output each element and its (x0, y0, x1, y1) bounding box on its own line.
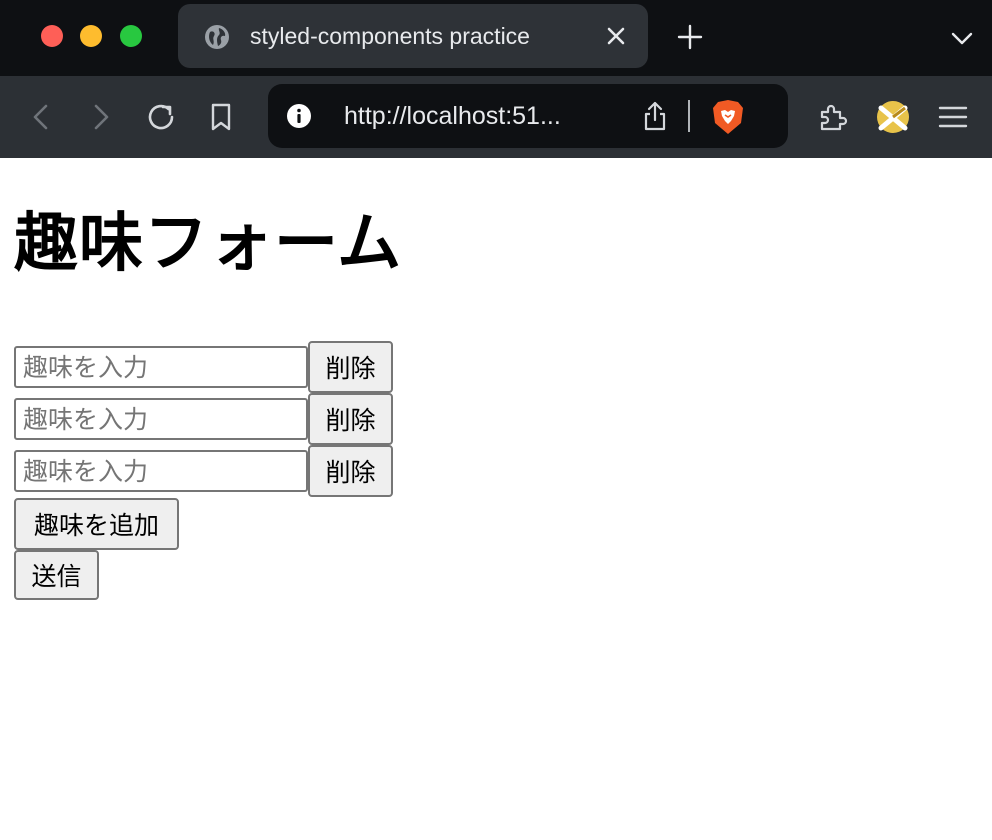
divider (688, 100, 690, 132)
page-content: 趣味フォーム 削除 削除 削除 趣味を追加 送信 (0, 158, 992, 840)
hobby-input[interactable] (14, 450, 308, 492)
window-close-button[interactable] (41, 25, 63, 47)
chevron-down-icon[interactable] (948, 24, 976, 52)
profile-avatar-icon[interactable] (874, 98, 912, 136)
window-minimize-button[interactable] (80, 25, 102, 47)
page-title: 趣味フォーム (14, 207, 403, 281)
hobby-row: 削除 (14, 445, 414, 497)
back-button[interactable] (22, 98, 60, 136)
hobby-row: 削除 (14, 341, 414, 393)
brave-shields-icon[interactable] (710, 98, 746, 136)
delete-button[interactable]: 削除 (308, 393, 393, 445)
new-tab-button[interactable] (676, 23, 704, 51)
close-icon[interactable] (604, 24, 628, 48)
submit-button[interactable]: 送信 (14, 550, 99, 600)
active-tab[interactable]: styled-components practice (178, 4, 648, 68)
url-text[interactable]: http://localhost:51... (344, 102, 561, 131)
hobby-input[interactable] (14, 346, 308, 388)
window-maximize-button[interactable] (120, 25, 142, 47)
info-icon[interactable] (286, 103, 312, 129)
browser-toolbar: http://localhost:51... (0, 76, 992, 158)
share-icon[interactable] (640, 100, 670, 132)
delete-button[interactable]: 削除 (308, 341, 393, 393)
tab-title: styled-components practice (250, 23, 530, 49)
extensions-icon[interactable] (814, 98, 852, 136)
globe-icon (205, 25, 229, 49)
address-bar[interactable]: http://localhost:51... (268, 84, 788, 148)
delete-button[interactable]: 削除 (308, 445, 393, 497)
bookmark-icon[interactable] (202, 98, 240, 136)
tab-bar: styled-components practice (0, 0, 992, 76)
hobby-input[interactable] (14, 398, 308, 440)
hamburger-menu-icon[interactable] (934, 98, 972, 136)
reload-button[interactable] (142, 98, 180, 136)
add-hobby-button[interactable]: 趣味を追加 (14, 498, 179, 550)
hobby-row: 削除 (14, 393, 414, 445)
forward-button[interactable] (82, 98, 120, 136)
